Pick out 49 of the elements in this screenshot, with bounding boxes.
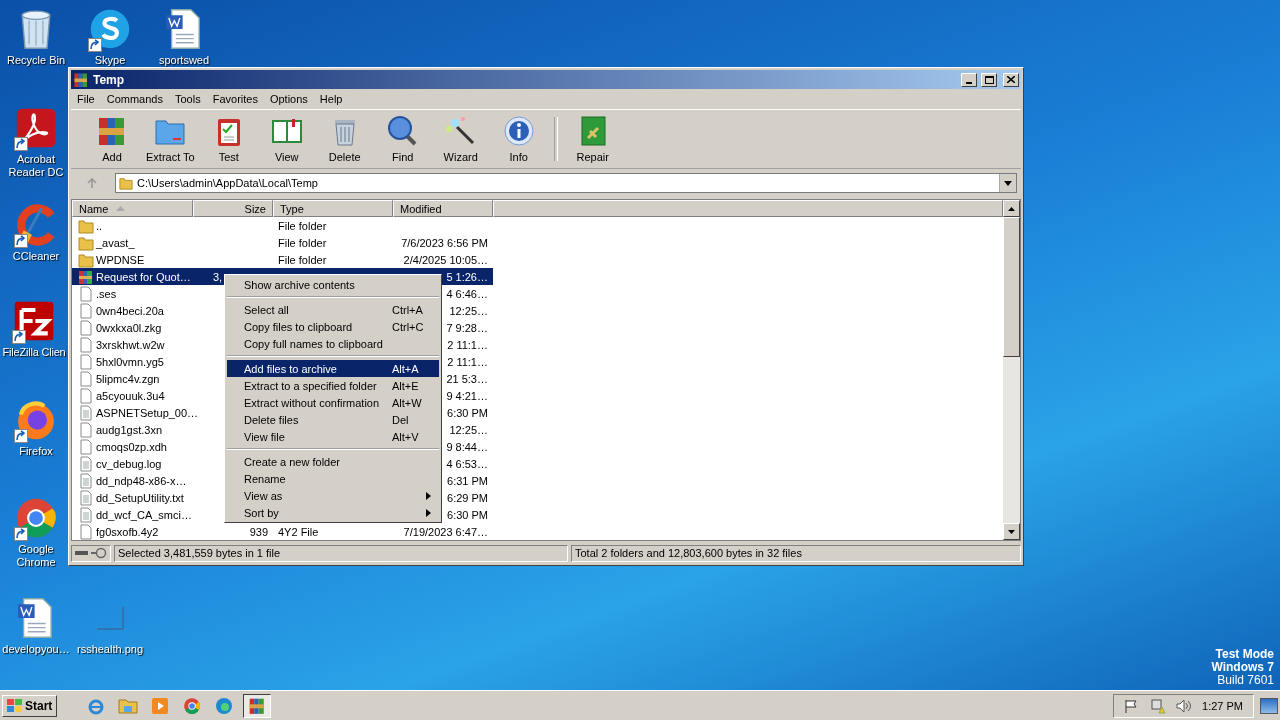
system-notice: Build 7601: [1217, 674, 1274, 687]
file-type: File folder: [278, 253, 327, 266]
file-name: 3xrskhwt.w2w: [96, 338, 165, 351]
file-name: WPDNSE: [96, 253, 145, 266]
file-name: Request for Quot…: [96, 270, 191, 283]
file-modified: 21 5:3…: [446, 372, 488, 385]
file-name: cv_debug.log: [96, 457, 162, 470]
system-notice: Windows 7: [1211, 661, 1274, 674]
file-type: 4Y2 File: [278, 525, 319, 538]
window-title: Temp: [93, 72, 126, 87]
file-modified: 5 1:26…: [446, 270, 488, 283]
file-modified: 6:30 PM: [447, 508, 488, 521]
file-name: ..: [96, 219, 103, 232]
status-text: Selected 3,481,559 bytes in 1 file: [114, 544, 568, 562]
file-name: cmoqs0zp.xdh: [96, 440, 167, 453]
file-modified: 9 8:44…: [446, 440, 488, 453]
file-modified: 7/6/2023 6:56 PM: [401, 236, 488, 249]
file-modified: 12:25…: [449, 423, 488, 436]
file-modified: 9 4:21…: [446, 389, 488, 402]
status-text: Total 2 folders and 12,803,600 bytes in 32 files: [571, 544, 1021, 562]
file-name: dd_ndp48-x86-x…: [96, 474, 187, 487]
file-type: File folder: [278, 236, 327, 249]
file-name: fg0sxofb.4y2: [96, 525, 159, 538]
file-name: 5lipmc4v.zgn: [96, 372, 160, 385]
file-size: 939: [249, 525, 268, 538]
file-name: _avast_: [96, 236, 135, 249]
file-modified: 2 11:1…: [447, 355, 488, 368]
file-modified: 7/19/2023 6:47…: [403, 525, 488, 538]
file-name: audg1gst.3xn: [96, 423, 163, 436]
file-size: 3,: [213, 270, 223, 283]
file-name: dd_SetupUtility.txt: [96, 491, 184, 504]
file-modified: 6:29 PM: [447, 491, 488, 504]
file-modified: 6:30 PM: [447, 406, 488, 419]
file-name: 0wxkxa0l.zkg: [96, 321, 162, 334]
file-modified: 6:31 PM: [447, 474, 488, 487]
file-type: File folder: [278, 219, 327, 232]
file-modified: 4 6:53…: [446, 457, 488, 470]
file-name: 0wn4beci.20a: [96, 304, 164, 317]
file-name: .ses: [96, 287, 117, 300]
file-modified: 2 11:1…: [447, 338, 488, 351]
file-name: ASPNETSetup_00…: [96, 406, 199, 419]
file-name: dd_wcf_CA_smci…: [96, 508, 192, 521]
file-name: a5cyouuk.3u4: [96, 389, 165, 402]
file-modified: 7 9:28…: [446, 321, 488, 334]
file-modified: 2/4/2025 10:05…: [403, 253, 488, 266]
file-modified: 4 6:46…: [446, 287, 488, 300]
system-notice: Test Mode: [1215, 648, 1274, 661]
file-name: 5hxl0vmn.yg5: [96, 355, 164, 368]
file-modified: 12:25…: [449, 304, 488, 317]
